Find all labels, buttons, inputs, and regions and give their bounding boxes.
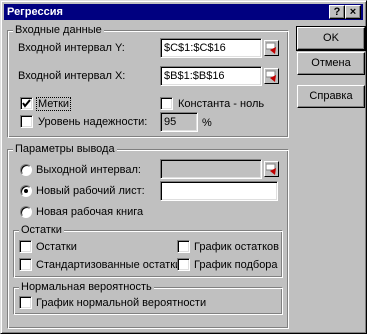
residuals-group: Остатки Остатки График остатков Стандарт… — [13, 223, 283, 278]
help-question-button[interactable]: ? — [329, 5, 345, 19]
standardized-residuals-checkbox[interactable] — [19, 258, 32, 271]
range-select-icon — [266, 70, 276, 82]
output-options-group: Параметры вывода Выходной интервал: Новы… — [7, 142, 289, 329]
standardized-residuals-label: Стандартизованные остатки — [36, 259, 182, 271]
new-worksheet-label: Новый рабочий лист: — [36, 185, 145, 197]
output-options-legend: Параметры вывода — [13, 142, 117, 156]
title-bar[interactable]: Регрессия ? × — [4, 4, 363, 20]
collapse-dialog-button-x[interactable] — [264, 68, 279, 84]
residuals-checkbox[interactable] — [19, 240, 32, 253]
confidence-level-label: Уровень надежности: — [38, 116, 148, 128]
radio-selected-dot — [24, 189, 28, 193]
normal-probability-group: Нормальная вероятность График нормальной… — [13, 280, 283, 315]
labels-checkbox-label: Метки — [36, 97, 72, 111]
confidence-level-checkbox[interactable] — [20, 115, 33, 128]
close-button[interactable]: × — [345, 5, 361, 19]
confidence-level-field[interactable]: 95 — [160, 112, 198, 132]
collapse-dialog-button-y[interactable] — [264, 40, 279, 56]
new-worksheet-field[interactable] — [160, 181, 278, 201]
ok-button[interactable]: OK — [296, 26, 366, 51]
line-fit-plot-checkbox[interactable] — [177, 258, 190, 271]
normal-probability-plot-label: График нормальной вероятности — [36, 297, 207, 309]
collapse-dialog-button-output[interactable] — [264, 161, 279, 177]
constant-zero-label: Константа - ноль — [178, 98, 265, 110]
residual-plot-checkbox[interactable] — [177, 240, 190, 253]
new-workbook-radio[interactable] — [20, 206, 32, 218]
line-fit-plot-label: График подбора — [194, 259, 278, 271]
input-y-label: Входной интервал Y: — [18, 42, 125, 54]
percent-sign: % — [202, 117, 212, 129]
residuals-label: Остатки — [36, 241, 77, 253]
new-worksheet-radio[interactable] — [20, 185, 32, 197]
checkmark-icon — [22, 99, 31, 108]
residuals-legend: Остатки — [19, 223, 64, 237]
output-range-radio[interactable] — [20, 164, 32, 176]
normal-probability-legend: Нормальная вероятность — [19, 280, 154, 294]
regression-dialog: Регрессия ? × Входные данные Входной инт… — [0, 0, 367, 334]
new-workbook-label: Новая рабочая книга — [36, 206, 144, 218]
cancel-button[interactable]: Отмена — [297, 52, 365, 75]
input-x-label: Входной интервал X: — [18, 70, 126, 82]
normal-probability-plot-checkbox[interactable] — [19, 296, 32, 309]
window-title: Регрессия — [7, 6, 63, 18]
labels-checkbox[interactable] — [20, 97, 33, 110]
help-button[interactable]: Справка — [297, 85, 365, 108]
residual-plot-label: График остатков — [194, 241, 279, 253]
input-data-group: Входные данные Входной интервал Y: $C$1:… — [7, 23, 289, 138]
input-data-legend: Входные данные — [13, 23, 104, 37]
output-range-field[interactable] — [160, 159, 262, 179]
range-select-icon — [266, 42, 276, 54]
input-y-field[interactable]: $C$1:$C$16 — [160, 38, 262, 58]
input-x-field[interactable]: $B$1:$B$16 — [160, 66, 262, 86]
constant-zero-checkbox[interactable] — [160, 97, 173, 110]
output-range-label: Выходной интервал: — [36, 164, 141, 176]
range-select-icon — [266, 163, 276, 175]
